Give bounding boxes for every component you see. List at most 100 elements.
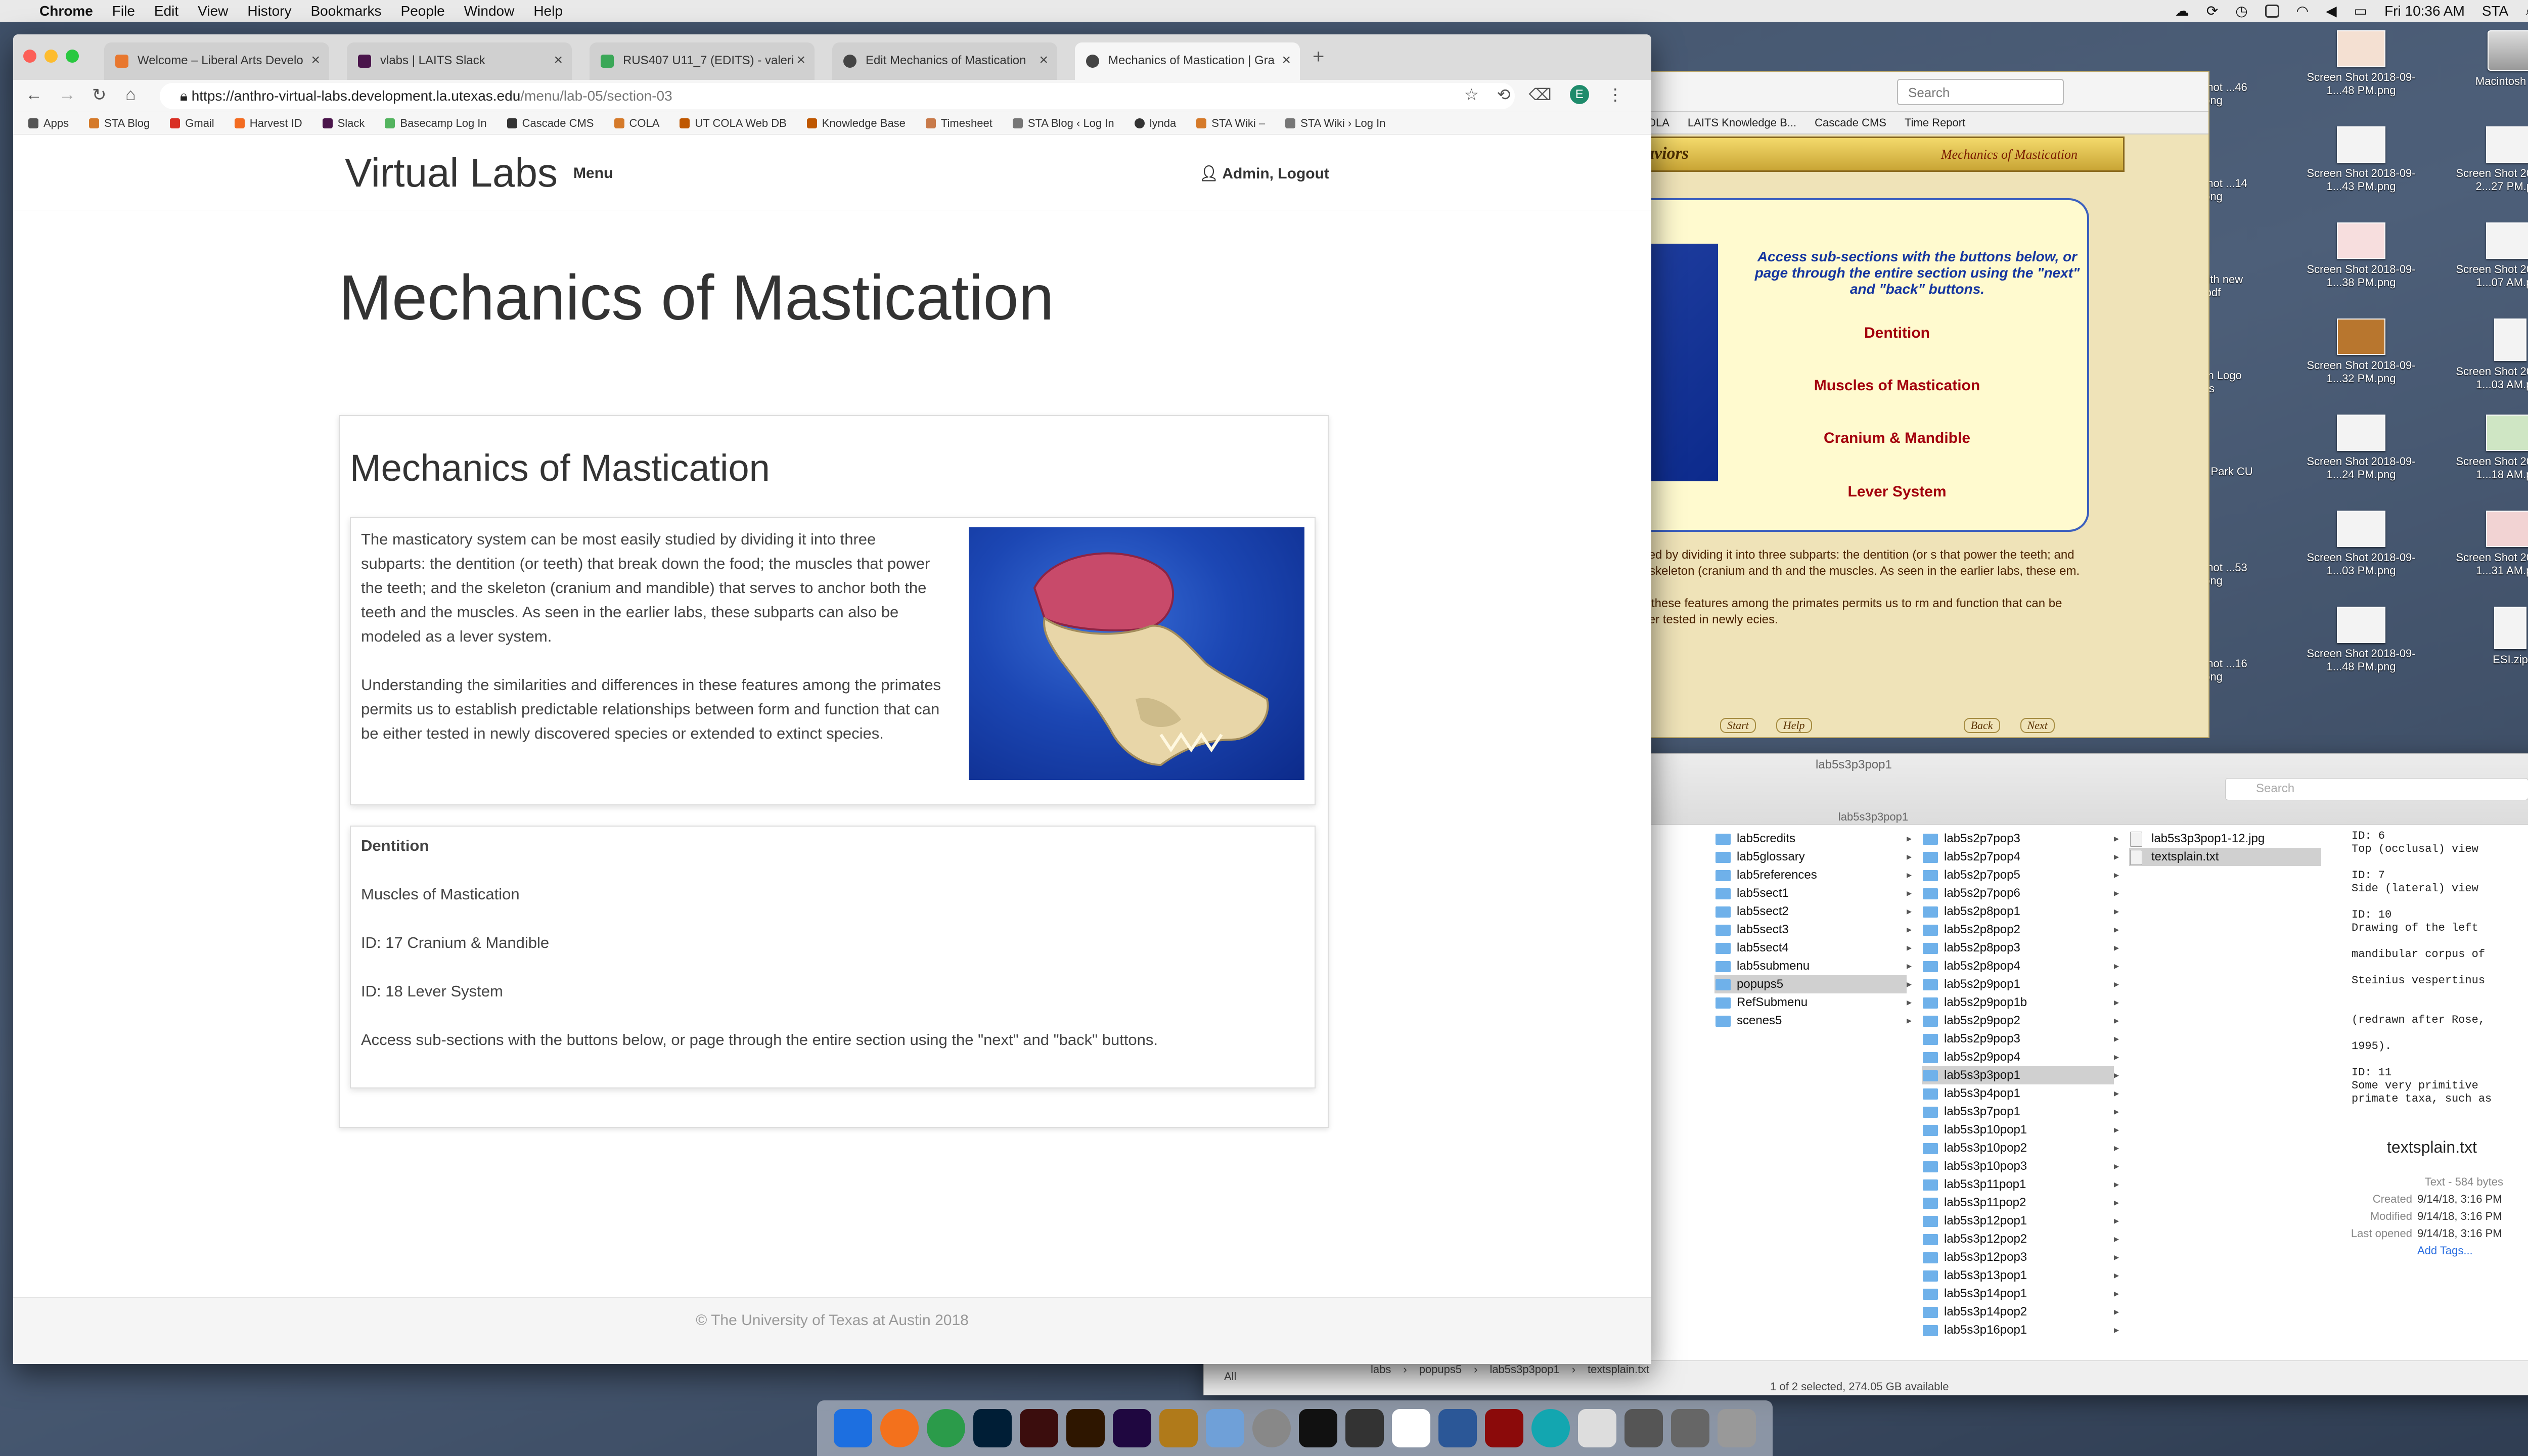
folder-item[interactable]: lab5s3p12pop1 [1922,1212,2119,1230]
bookmark-time-report[interactable]: Time Report [1905,116,1965,129]
folder-item[interactable]: lab5s2p7pop5 [1922,866,2119,884]
desktop-icon[interactable]: Screen Shot 2018-09-1...43 PM.png [2298,126,2424,193]
subsection-dentition[interactable]: Dentition [361,837,429,855]
document-icon[interactable] [1578,1409,1616,1447]
animate-icon[interactable] [1020,1409,1058,1447]
font-app-icon[interactable] [1345,1409,1384,1447]
folder-item[interactable]: lab5s2p7pop4 [1922,848,2119,866]
folder-item[interactable]: lab5sect2 [1714,902,1912,921]
bookmark-item[interactable]: STA Blog ‹ Log In [1012,117,1114,130]
subsection-lever[interactable]: ID: 18 Lever System [361,982,503,1000]
flash-help-button[interactable]: Help [1776,718,1812,733]
folder-item[interactable]: scenes5 [1714,1012,1912,1030]
flash-start-button[interactable]: Start [1720,718,1756,733]
menu-help[interactable]: Help [533,3,563,19]
trash-icon[interactable] [1718,1409,1756,1447]
reload-icon[interactable]: ↻ [92,85,107,105]
bookmark-item[interactable]: COLA [614,117,659,130]
photoshop-icon[interactable] [973,1409,1012,1447]
new-tab-button[interactable]: + [1313,46,1324,68]
menu-file[interactable]: File [112,3,135,19]
desktop-icon[interactable]: Macintosh HD [2447,30,2528,88]
folder-item[interactable]: lab5s2p8pop2 [1922,921,2119,939]
desktop-icon[interactable]: Screen Shot 2018-09-1...48 PM.png [2298,30,2424,97]
virtualbox-icon[interactable] [1206,1409,1244,1447]
folder-item[interactable]: lab5s2p9pop4 [1922,1048,2119,1066]
bookmark-item[interactable]: UT COLA Web DB [680,117,787,130]
admin-logout-link[interactable]: 👤︎ Admin, Logout [1199,165,1329,183]
folder-item[interactable]: lab5s2p9pop1b [1922,993,2119,1012]
folder-item[interactable]: lab5s2p9pop2 [1922,1012,2119,1030]
menu-app-name[interactable]: Chrome [39,3,93,19]
folder-item[interactable]: lab5s3p12pop2 [1922,1230,2119,1248]
webex-icon[interactable] [1531,1409,1570,1447]
folder-item[interactable]: lab5s3p14pop2 [1922,1303,2119,1321]
desktop-icon[interactable]: Screen Shot 2018-09-1...38 PM.png [2298,222,2424,289]
folder-item[interactable]: RefSubmenu [1714,993,1912,1012]
close-tab-icon[interactable]: × [1282,52,1291,69]
desktop-icon[interactable]: Screen Shot 2018-09-1...07 AM.png [2447,222,2528,289]
sidebar-all[interactable]: All [1224,1370,1236,1383]
folder-item[interactable]: lab5sect1 [1714,884,1912,902]
folder-item-selected[interactable]: popups5 [1714,975,1912,993]
folder-item[interactable]: lab5submenu [1714,957,1912,975]
desktop-icon[interactable]: Screen Shot 2018-09-1...48 PM.png [2298,607,2424,673]
back-arrow-icon[interactable]: ← [25,85,42,105]
terminal-icon[interactable] [1299,1409,1337,1447]
bookmark-item[interactable]: Knowledge Base [806,117,906,130]
subsection-cranium[interactable]: ID: 17 Cranium & Mandible [361,934,549,952]
menu-view[interactable]: View [198,3,228,19]
chrome-menu-icon[interactable]: ⋮ [1607,85,1623,104]
folder-item[interactable]: lab5s3p4pop1 [1922,1084,2119,1103]
bookmark-item[interactable]: STA Blog [89,117,150,130]
close-tab-icon[interactable]: × [796,52,805,69]
folder-item[interactable]: lab5s2p7pop3 [1922,830,2119,848]
spotlight-icon[interactable]: ⌕ [2525,3,2528,19]
bookmark-cascade[interactable]: Cascade CMS [1815,116,1886,129]
address-bar[interactable]: 🔒︎ https://anthro-virtual-labs.developme… [160,83,1515,109]
finder-icon[interactable] [834,1409,872,1447]
finder-search-input[interactable]: Search [2225,778,2528,800]
system-preferences-icon[interactable] [1252,1409,1291,1447]
bookmark-item[interactable]: Slack [322,117,365,130]
tab-mechanics-active[interactable]: Mechanics of Mastication | Gra × [1075,42,1300,80]
sublime-icon[interactable] [1159,1409,1198,1447]
folder-item[interactable]: lab5s2p8pop4 [1922,957,2119,975]
battery-icon[interactable]: ▭ [2354,3,2367,19]
folder-item[interactable]: lab5s2p9pop3 [1922,1030,2119,1048]
flash-button-dentition[interactable]: Dentition [1720,325,2074,342]
home-icon[interactable]: ⌂ [125,85,136,105]
folder-item[interactable]: lab5s2p8pop1 [1922,902,2119,921]
folder-item[interactable]: lab5s3p11pop2 [1922,1194,2119,1212]
tab-rus407[interactable]: RUS407 U11_7 (EDITS) - valeri × [590,42,815,80]
photos-stack-icon[interactable] [1624,1409,1663,1447]
menubar-user[interactable]: STA [2482,3,2508,19]
folder-item[interactable]: lab5s3p10pop3 [1922,1157,2119,1175]
folder-item[interactable]: lab5s3p13pop1 [1922,1266,2119,1285]
close-tab-icon[interactable]: × [311,52,320,69]
flash-button-muscles[interactable]: Muscles of Mastication [1720,377,2074,394]
file-item-selected[interactable]: textsplain.txt [2129,848,2321,866]
airplay-icon[interactable] [2265,4,2279,18]
bookmark-item[interactable]: STA Wiki – [1196,117,1265,130]
bookmark-item[interactable]: Harvest ID [234,117,302,130]
site-brand[interactable]: Virtual Labs [345,150,558,196]
word-icon[interactable] [1438,1409,1477,1447]
folder-item[interactable]: lab5sect3 [1714,921,1912,939]
folder-item[interactable]: lab5s3p11pop1 [1922,1175,2119,1194]
minimize-window-icon[interactable] [44,50,58,63]
chrome-icon[interactable] [927,1409,965,1447]
desktop-icon[interactable]: Screen Shot 2018-09-2...27 PM.png [2447,126,2528,193]
folder-item[interactable]: lab5sect4 [1714,939,1912,957]
bookmark-knowledge[interactable]: LAITS Knowledge B... [1688,116,1796,129]
illustrator-icon[interactable] [1066,1409,1105,1447]
bookmark-item[interactable]: Apps [28,117,69,130]
desktop-icon[interactable]: ESI.zip [2447,607,2528,666]
desktop-icon[interactable]: Screen Shot 2018-09-1...03 AM.png [2447,318,2528,391]
tab-edit-mechanics[interactable]: Edit Mechanics of Mastication × [832,42,1057,80]
close-window-icon[interactable] [23,50,36,63]
folder-item[interactable]: lab5s3p10pop2 [1922,1139,2119,1157]
bookmark-item[interactable]: Basecamp Log In [385,117,487,130]
close-tab-icon[interactable]: × [1039,52,1048,69]
bookmark-item[interactable]: STA Wiki › Log In [1285,117,1385,130]
